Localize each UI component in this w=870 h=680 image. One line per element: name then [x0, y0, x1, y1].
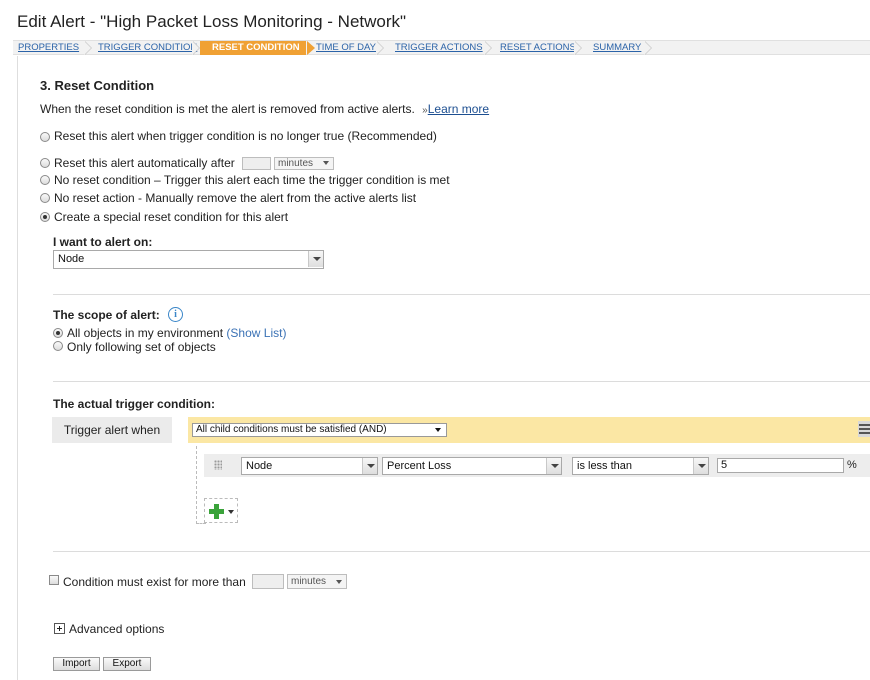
condition-object-select[interactable]: Node — [241, 457, 378, 475]
wizard-step-trigger-actions[interactable]: TRIGGER ACTIONS — [395, 41, 483, 55]
condition-duration-checkbox[interactable] — [49, 575, 59, 585]
wizard-step-trigger-condition[interactable]: TRIGGER CONDITION — [98, 41, 197, 55]
wizard-step-reset-actions[interactable]: RESET ACTIONS — [500, 41, 576, 55]
chevron-down-icon — [362, 458, 377, 474]
alert-on-value: Node — [58, 253, 85, 265]
condition-value-input[interactable]: 5 — [717, 458, 844, 473]
reset-after-input[interactable] — [242, 157, 271, 170]
reset-after-unit-value: minutes — [278, 158, 314, 169]
chevron-down-icon — [693, 458, 708, 474]
import-button[interactable]: Import — [53, 657, 100, 671]
show-list-link[interactable]: (Show List) — [226, 326, 286, 340]
advanced-options-label[interactable]: Advanced options — [69, 622, 164, 636]
chevron-down-icon — [323, 161, 329, 165]
active-step-arrow — [307, 41, 315, 55]
learn-more-link[interactable]: Learn more — [428, 102, 489, 116]
wizard-step-time-of-day[interactable]: TIME OF DAY — [316, 41, 376, 55]
scope-label: The scope of alert: — [53, 308, 160, 322]
radio-special-reset-condition[interactable] — [40, 212, 50, 222]
wizard-step-summary[interactable]: SUMMARY — [593, 41, 641, 55]
add-condition-button[interactable] — [204, 498, 238, 523]
wizard-steps: PROPERTIES TRIGGER CONDITION RESET CONDI… — [13, 40, 870, 55]
plus-expand-icon[interactable] — [54, 623, 65, 634]
page-title: Edit Alert - "High Packet Loss Monitorin… — [17, 12, 407, 31]
radio-label-special-reset-condition: Create a special reset condition for thi… — [54, 210, 289, 224]
condition-unit: % — [847, 459, 857, 471]
tree-connector — [196, 523, 206, 524]
divider — [53, 381, 870, 382]
step-separator — [484, 41, 493, 55]
divider — [53, 294, 870, 295]
trigger-when-label: Trigger alert when — [52, 417, 172, 443]
step-separator — [644, 41, 653, 55]
chevron-down-icon — [308, 251, 323, 267]
description-text: When the reset condition is met the aler… — [40, 102, 415, 116]
logic-select[interactable]: All child conditions must be satisfied (… — [192, 423, 447, 437]
scope-all-label: All objects in my environment — [67, 326, 224, 340]
chevron-down-icon — [435, 428, 441, 432]
radio-no-reset-action[interactable] — [40, 193, 50, 203]
step-separator — [574, 41, 583, 55]
radio-reset-when-not-true[interactable] — [40, 132, 50, 142]
chevron-down-icon — [228, 510, 234, 514]
hamburger-menu-icon[interactable] — [858, 421, 870, 437]
alert-on-label: I want to alert on: — [53, 235, 153, 249]
condition-field-value: Percent Loss — [387, 460, 452, 472]
radio-scope-following-set[interactable] — [53, 341, 63, 351]
reset-after-unit-select[interactable]: minutes — [274, 157, 334, 170]
chevron-down-icon — [336, 580, 342, 584]
section-description: When the reset condition is met the aler… — [40, 102, 489, 116]
radio-scope-all-objects[interactable] — [53, 328, 63, 338]
radio-label-reset-when-not-true: Reset this alert when trigger condition … — [54, 129, 437, 143]
radio-label-no-reset-action: No reset action - Manually remove the al… — [54, 191, 417, 205]
radio-no-reset-condition[interactable] — [40, 175, 50, 185]
condition-duration-unit-select[interactable]: minutes — [287, 574, 347, 589]
reset-condition-panel: 3. Reset Condition When the reset condit… — [17, 56, 870, 680]
divider — [53, 551, 870, 552]
condition-duration-input[interactable] — [252, 574, 284, 589]
wizard-step-properties[interactable]: PROPERTIES — [18, 41, 79, 55]
alert-on-select[interactable]: Node — [53, 250, 324, 269]
export-button[interactable]: Export — [103, 657, 151, 671]
logic-select-value: All child conditions must be satisfied (… — [196, 424, 387, 435]
scope-option-following-label: Only following set of objects — [67, 340, 216, 354]
condition-field-select[interactable]: Percent Loss — [382, 457, 562, 475]
condition-operator-value: is less than — [577, 460, 633, 472]
wizard-step-reset-condition[interactable]: RESET CONDITION — [200, 41, 306, 55]
radio-reset-automatically[interactable] — [40, 158, 50, 168]
scope-option-all: All objects in my environment (Show List… — [67, 326, 286, 340]
section-title: 3. Reset Condition — [40, 78, 155, 93]
drag-handle-icon[interactable] — [214, 460, 222, 470]
duration-unit-value: minutes — [291, 576, 327, 587]
condition-object-value: Node — [246, 460, 273, 472]
step-separator — [376, 41, 385, 55]
title-bar: Edit Alert - "High Packet Loss Monitorin… — [0, 0, 870, 40]
radio-label-reset-automatically: Reset this alert automatically after — [54, 156, 235, 170]
condition-duration-label: Condition must exist for more than — [63, 575, 246, 589]
condition-operator-select[interactable]: is less than — [572, 457, 709, 475]
trigger-heading: The actual trigger condition: — [53, 397, 216, 411]
radio-label-no-reset-condition: No reset condition – Trigger this alert … — [54, 173, 450, 187]
step-separator — [84, 41, 93, 55]
info-icon[interactable]: i — [168, 307, 183, 322]
chevron-down-icon — [546, 458, 561, 474]
tree-connector — [196, 446, 197, 524]
